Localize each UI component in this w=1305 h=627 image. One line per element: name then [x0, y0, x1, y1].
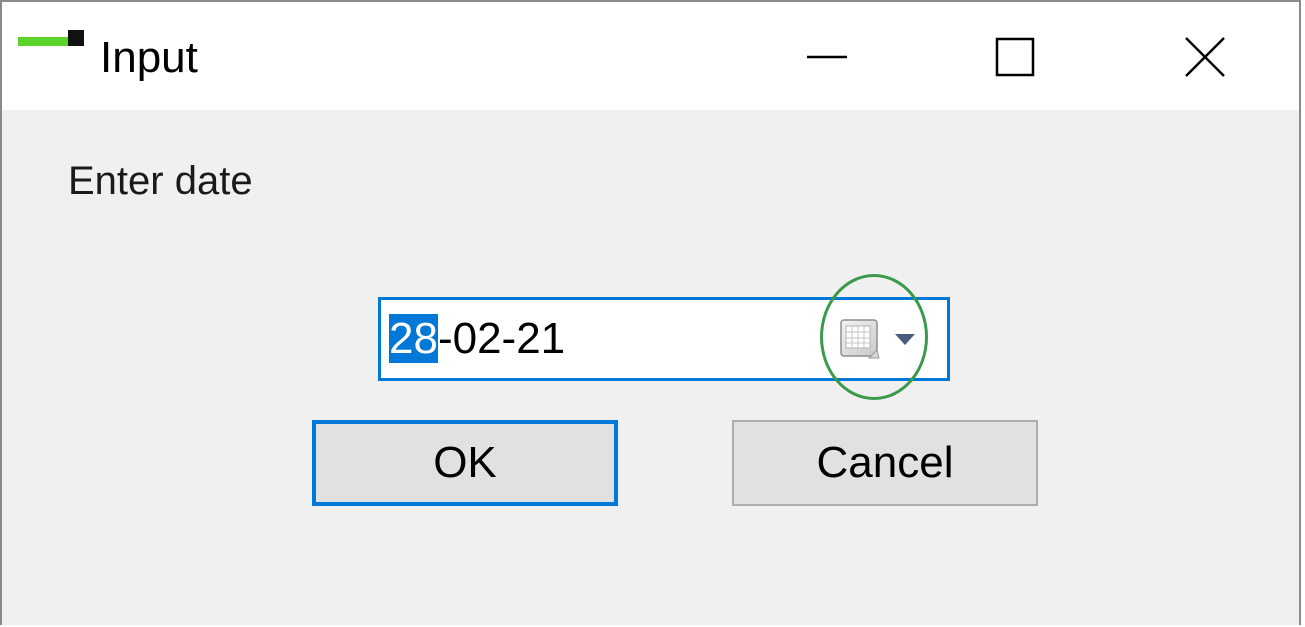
date-rest-segment[interactable]: -02-21 — [438, 314, 565, 363]
minimize-icon — [807, 55, 847, 59]
cancel-button[interactable]: Cancel — [732, 420, 1038, 506]
calendar-dropdown-button[interactable] — [835, 314, 925, 364]
close-button[interactable] — [1170, 22, 1240, 92]
maximize-button[interactable] — [980, 22, 1050, 92]
app-icon — [18, 30, 84, 50]
ok-button[interactable]: OK — [312, 420, 618, 506]
date-picker[interactable]: 28-02-21 — [378, 297, 950, 381]
input-dialog-window: Input Enter date 28-02-21 OK Cancel — [0, 0, 1301, 625]
window-title: Input — [100, 33, 198, 82]
calendar-dropdown-icon — [840, 319, 915, 359]
close-icon — [1185, 37, 1225, 77]
date-value[interactable]: 28-02-21 — [389, 312, 565, 366]
enter-date-label: Enter date — [68, 159, 253, 203]
title-bar[interactable]: Input — [2, 2, 1299, 110]
date-day-segment[interactable]: 28 — [389, 314, 438, 363]
maximize-icon — [995, 37, 1035, 77]
minimize-button[interactable] — [792, 22, 862, 92]
